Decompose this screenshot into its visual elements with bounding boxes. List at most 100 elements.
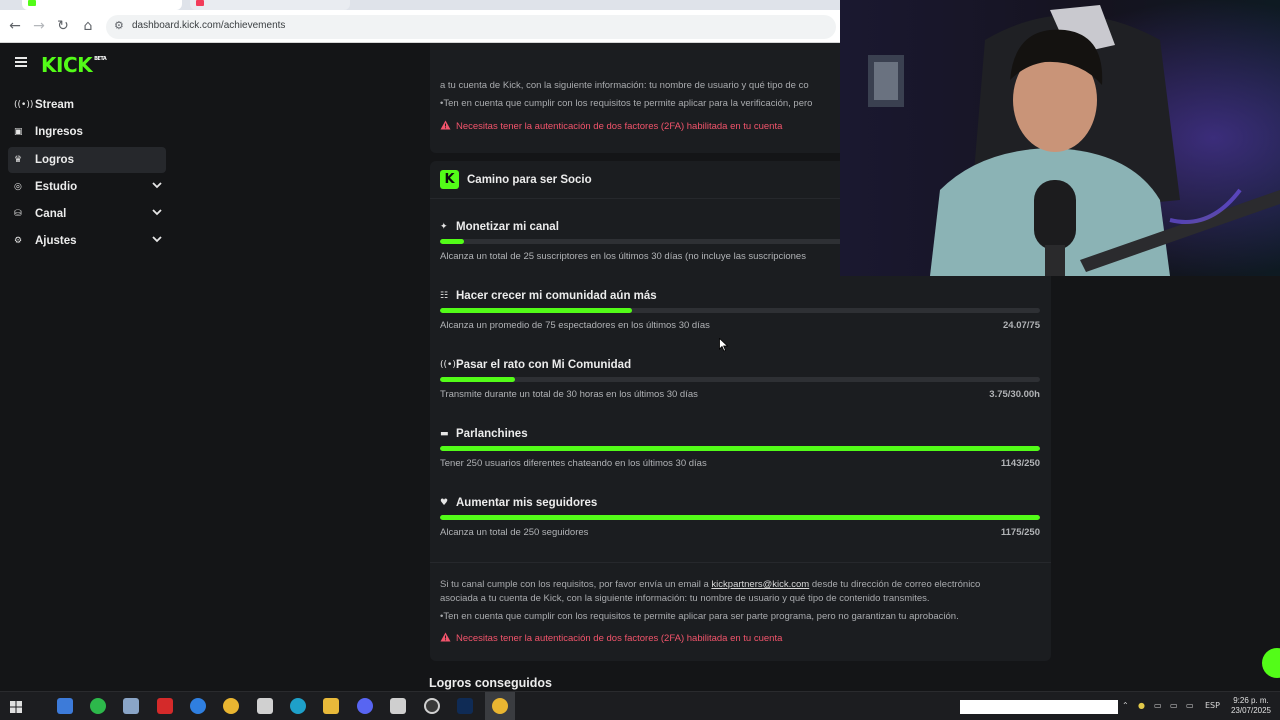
forward-arrow-icon[interactable]: → — [30, 17, 48, 35]
taskbar-search-box[interactable] — [960, 700, 1118, 714]
sidebar-item-label: Canal — [35, 208, 67, 221]
warning-label: Necesitas tener la autenticación de dos … — [456, 633, 783, 644]
section-title: Logros conseguidos — [429, 676, 552, 690]
obs-icon[interactable] — [424, 698, 440, 714]
progress-bar — [440, 308, 1040, 313]
reload-icon[interactable]: ↻ — [54, 17, 72, 35]
browser-tabstrip — [0, 0, 840, 10]
sidebar-item-logros[interactable]: ♛ Logros — [8, 146, 166, 173]
sidebar-item-ajustes[interactable]: ⚙ Ajustes — [8, 228, 166, 254]
sidebar-item-ingresos[interactable]: ▣ Ingresos — [8, 119, 166, 145]
chevron-down-icon[interactable] — [152, 207, 162, 217]
file-explorer-icon[interactable] — [323, 698, 339, 714]
sidebar-menu: ((•)) Stream ▣ Ingresos ♛ Logros ◎ Estud… — [8, 92, 166, 256]
tray-app-icon[interactable]: ● — [1138, 701, 1145, 710]
partner-note-text: •Ten en cuenta que cumplir con los requi… — [440, 611, 959, 622]
progress-fill — [440, 377, 515, 382]
progress-bar — [440, 377, 1040, 382]
sidebar-item-estudio[interactable]: ◎ Estudio — [8, 174, 166, 200]
chrome-icon[interactable] — [223, 698, 239, 714]
taskbar-clock[interactable]: 9:26 p. m. 23/07/2025 — [1226, 696, 1276, 716]
tray-language[interactable]: ESP — [1205, 701, 1220, 710]
achievement-value: 3.75/30.00h — [989, 389, 1040, 400]
progress-bar — [440, 446, 1040, 451]
kick-k-icon: K — [440, 170, 459, 189]
clock-date: 23/07/2025 — [1230, 706, 1272, 715]
discord-icon[interactable] — [357, 698, 373, 714]
beta-badge: BETA — [94, 56, 107, 62]
capcut-icon[interactable] — [257, 698, 273, 714]
app-green-icon[interactable] — [90, 698, 106, 714]
achievement-name: Aumentar mis seguidores — [456, 497, 598, 509]
windows-taskbar: ⌃ ● ▭ ▭ ▭ ESP 9:26 p. m. 23/07/2025 — [0, 691, 1280, 720]
info-line2: asociada a tu cuenta de Kick, con la sig… — [440, 593, 930, 604]
note-text: •Ten en cuenta que cumplir con los requi… — [440, 98, 813, 109]
wps-icon[interactable] — [157, 698, 173, 714]
sparkle-icon: ✦ — [440, 222, 448, 232]
sidebar-item-label: Logros — [35, 153, 74, 166]
trophy-icon: ♛ — [14, 154, 23, 165]
achievement-desc: Tener 250 usuarios diferentes chateando … — [440, 458, 707, 469]
sidebar-item-label: Ajustes — [35, 235, 77, 248]
achievement-desc: Transmite durante un total de 30 horas e… — [440, 389, 698, 400]
achievement-desc: Alcanza un total de 25 suscriptores en l… — [440, 251, 806, 262]
tray-monitor-icon[interactable]: ▭ — [1186, 701, 1194, 710]
achievement-value: 1143/250 — [1000, 458, 1040, 469]
app-feather-icon[interactable] — [123, 698, 139, 714]
achievement-name: Monetizar mi canal — [456, 221, 559, 233]
progress-bar — [440, 515, 1040, 520]
sidebar-item-label: Stream — [35, 99, 74, 111]
achievement-value: 1175/250 — [1000, 527, 1040, 538]
info-pre: Si tu canal cumple con los requisitos, p… — [440, 579, 712, 590]
kick-favicon-icon — [28, 0, 36, 6]
info-post: desde tu dirección de correo electrónico — [809, 579, 981, 590]
back-arrow-icon[interactable]: ← — [6, 17, 24, 35]
webcam-image — [840, 0, 1280, 276]
tray-network-icon[interactable]: ▭ — [1154, 701, 1162, 710]
browser-tab-active[interactable] — [22, 0, 182, 10]
card-title: Camino para ser Socio — [467, 174, 592, 186]
partner-email-link[interactable]: kickpartners@kick.com — [711, 579, 809, 590]
edge-icon[interactable] — [290, 698, 306, 714]
gear-icon: ⚙ — [14, 236, 23, 247]
address-text: dashboard.kick.com/achievements — [132, 20, 286, 31]
wallet-icon: ▣ — [14, 127, 23, 138]
address-bar[interactable]: ⚙ dashboard.kick.com/achievements — [106, 15, 836, 39]
hamburger-menu-icon[interactable] — [15, 57, 27, 67]
chevron-down-icon[interactable] — [152, 180, 162, 190]
clock-time: 9:26 p. m. — [1233, 696, 1269, 705]
info-text: a tu cuenta de Kick, con la siguiente in… — [440, 80, 809, 91]
tray-chevron-icon[interactable]: ⌃ — [1122, 701, 1129, 710]
webcam-overlay — [840, 0, 1280, 276]
progress-fill — [440, 308, 632, 313]
achievement-value: 24.07/75 — [1003, 320, 1040, 331]
kick-logo[interactable]: KICK BETA — [41, 53, 107, 77]
progress-fill — [440, 515, 1040, 520]
mouse-cursor-icon — [719, 338, 729, 352]
sidebar: KICK BETA ((•)) Stream ▣ Ingresos ♛ Logro… — [0, 43, 175, 691]
browser-toolbar: ← → ↻ ⌂ ⚙ dashboard.kick.com/achievement… — [0, 10, 840, 43]
chevron-down-icon[interactable] — [152, 234, 162, 244]
capcut-icon-2[interactable] — [390, 698, 406, 714]
taskview-icon[interactable] — [57, 698, 73, 714]
photoshop-icon[interactable] — [457, 698, 473, 714]
home-icon[interactable]: ⌂ — [79, 17, 97, 35]
broadcast-icon: ((•)) — [14, 100, 34, 110]
browser-tab[interactable] — [190, 0, 350, 10]
achievement-name: Pasar el rato con Mi Comunidad — [456, 359, 632, 371]
partner-info-text: Si tu canal cumple con los requisitos, p… — [440, 578, 1040, 606]
achievement-name: Hacer crecer mi comunidad aún más — [456, 290, 657, 302]
tray-display-icon[interactable]: ▭ — [1170, 701, 1178, 710]
sidebar-item-stream[interactable]: ((•)) Stream — [8, 92, 166, 118]
chrome-active-icon[interactable] — [492, 698, 508, 714]
warning-icon — [440, 120, 451, 130]
channel-icon: ⛁ — [14, 209, 22, 220]
sidebar-item-canal[interactable]: ⛁ Canal — [8, 201, 166, 227]
app-blue-icon[interactable] — [190, 698, 206, 714]
windows-start-icon[interactable] — [10, 701, 22, 713]
achievement-desc: Alcanza un total de 250 seguidores — [440, 527, 589, 538]
site-info-icon[interactable]: ⚙ — [114, 19, 124, 32]
studio-icon: ◎ — [14, 181, 22, 192]
users-icon: ☷ — [440, 291, 449, 301]
warning-icon — [440, 632, 451, 642]
